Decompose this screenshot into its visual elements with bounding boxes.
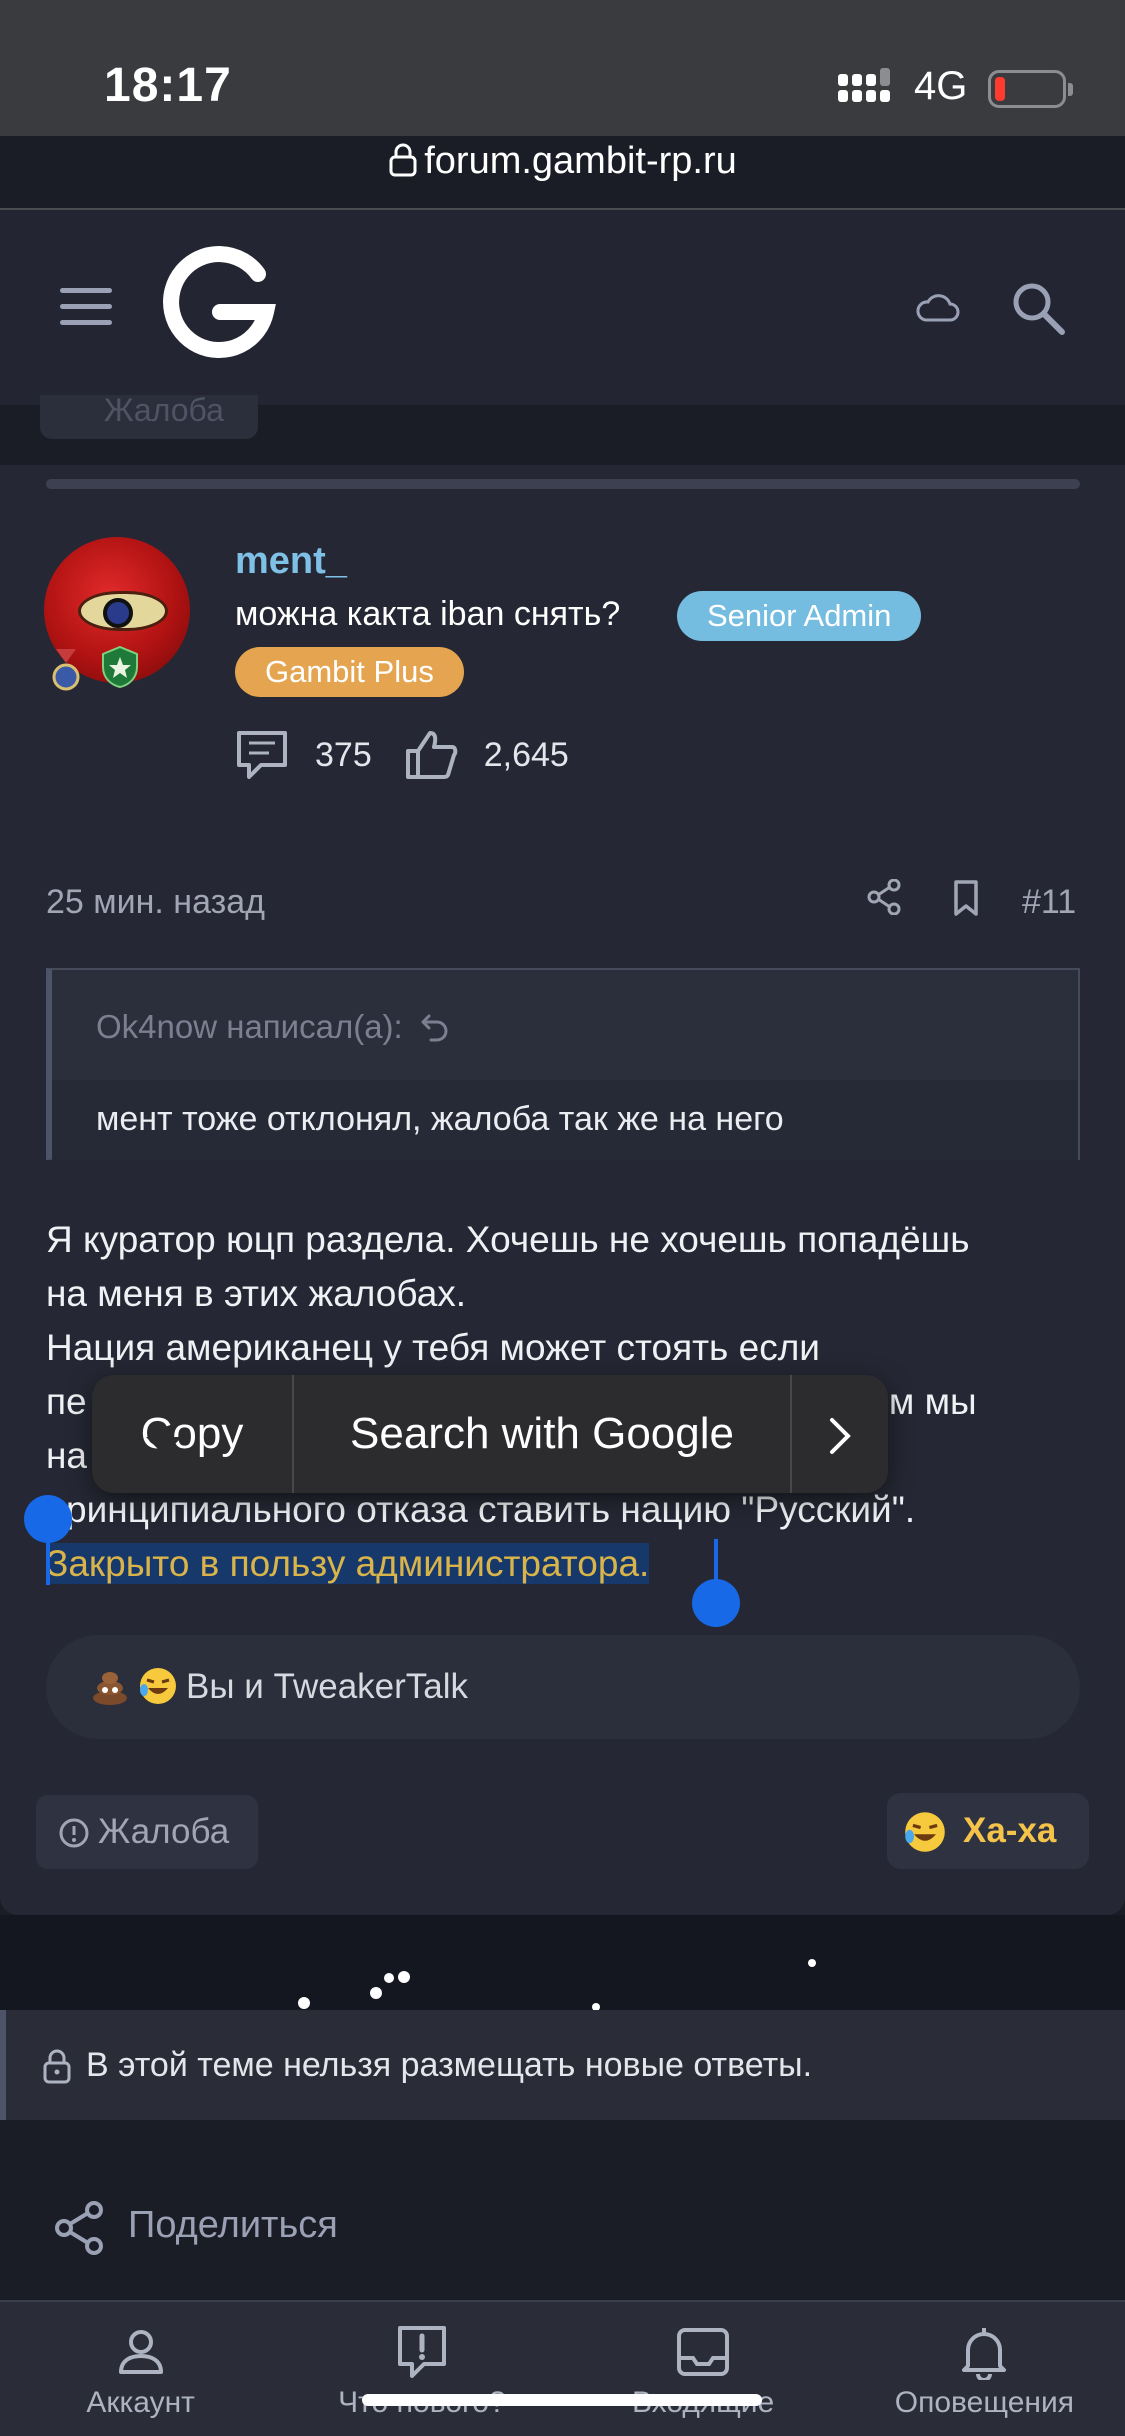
shield-icon <box>102 645 138 689</box>
quote-author-row[interactable]: Ok4now написал(а): <box>52 970 1078 1080</box>
reply-arrow-icon[interactable] <box>419 1012 451 1042</box>
report-button[interactable]: Жалоба <box>36 1795 258 1869</box>
copy-button[interactable]: Copy <box>92 1375 294 1493</box>
cloud-icon[interactable] <box>914 290 960 326</box>
signal-icon <box>838 68 890 102</box>
messages-icon <box>237 731 287 779</box>
post-line-selected[interactable]: Закрыто в пользу администратора. <box>46 1537 1086 1591</box>
nav-inbox[interactable]: Входящие <box>563 2302 844 2436</box>
post-number[interactable]: #11 <box>1022 883 1076 922</box>
star <box>370 1987 382 1999</box>
share-label: Поделиться <box>128 2204 338 2246</box>
alert-circle-icon <box>59 1818 89 1848</box>
laughing-emoji-icon <box>905 1812 945 1852</box>
star <box>398 1971 410 1983</box>
background-space <box>0 1915 1125 2011</box>
home-indicator[interactable] <box>362 2394 762 2406</box>
post-line: Я куратор юцп раздела. Хочешь не хочешь … <box>46 1219 970 1260</box>
network-type: 4G <box>914 64 968 108</box>
share-icon <box>55 2201 103 2255</box>
whats-new-icon <box>397 2326 446 2378</box>
post-line: на меня в этих жалобах. <box>46 1273 467 1314</box>
locked-notice-text: В этой теме нельзя размещать новые ответ… <box>86 2046 813 2084</box>
username-link[interactable]: ment_ <box>235 540 347 583</box>
reactions-count: 2,645 <box>483 735 569 774</box>
messages-count: 375 <box>315 735 372 774</box>
post-line: Нация американец у тебя может стоять есл… <box>46 1327 820 1368</box>
gambit-logo[interactable] <box>158 244 280 366</box>
previous-post-footer: Жалоба <box>0 395 1125 465</box>
role-badge: Senior Admin <box>677 591 922 641</box>
medal-icon <box>52 649 80 691</box>
selection-handle-start[interactable] <box>24 1495 72 1543</box>
inbox-icon <box>677 2328 730 2376</box>
haha-reaction-button[interactable]: Ха-ха <box>887 1793 1089 1869</box>
reactions-summary[interactable]: Вы и TweakerTalk <box>46 1635 1080 1739</box>
account-icon <box>118 2330 163 2374</box>
post-meta: 25 мин. назад #11 <box>46 875 1086 925</box>
reactions-text: Вы и TweakerTalk <box>186 1667 469 1706</box>
quote-author: Ok4now написал(а): <box>96 1008 403 1045</box>
post-date[interactable]: 25 мин. назад <box>46 883 265 922</box>
quote-text: мент тоже отклонял, жалоба так же на нег… <box>52 1080 1078 1160</box>
share-section: Поделиться <box>0 2120 1125 2300</box>
nav-account[interactable]: Аккаунт <box>0 2302 281 2436</box>
haha-label: Ха-ха <box>963 1811 1057 1850</box>
lock-icon <box>43 2049 71 2084</box>
share-icon[interactable] <box>866 879 902 915</box>
chevron-right-icon <box>830 1418 851 1455</box>
nav-whats-new[interactable]: Что нового? <box>281 2302 562 2436</box>
previous-report-button[interactable]: Жалоба <box>40 395 258 439</box>
nav-label: Аккаунт <box>86 2386 195 2419</box>
selected-text[interactable]: Закрыто в пользу администратора. <box>46 1543 650 1584</box>
status-time: 18:17 <box>104 59 232 112</box>
battery-icon <box>988 70 1073 108</box>
thumbs-up-icon <box>405 731 458 779</box>
selection-handle-end[interactable] <box>692 1579 740 1627</box>
star <box>298 1997 310 2009</box>
card-top-bar <box>46 479 1080 489</box>
plus-badge: Gambit Plus <box>235 647 464 697</box>
search-google-button[interactable]: Search with Google <box>294 1375 792 1493</box>
star <box>808 1959 816 1967</box>
lock-icon <box>389 143 417 177</box>
previous-report-label: Жалоба <box>104 395 224 428</box>
share-link[interactable]: Поделиться <box>54 2201 338 2255</box>
menu-pointer <box>146 1437 182 1455</box>
locked-notice: В этой теме нельзя размещать новые ответ… <box>0 2010 1125 2120</box>
more-options-button[interactable] <box>792 1375 888 1493</box>
url-text: forum.gambit-rp.ru <box>424 140 737 182</box>
report-label: Жалоба <box>98 1812 230 1851</box>
quote-block: Ok4now написал(а): мент тоже отклонял, ж… <box>46 968 1080 1160</box>
bell-icon <box>962 2328 1007 2380</box>
hamburger-icon[interactable] <box>60 288 112 328</box>
nav-label: Оповещения <box>894 2386 1074 2419</box>
laughing-emoji-icon <box>140 1668 176 1704</box>
bottom-navigation: Аккаунт Что нового? Входящие Оповещения <box>0 2300 1125 2436</box>
user-stats: 375 2,645 <box>235 727 601 783</box>
bookmark-icon[interactable] <box>950 879 982 917</box>
site-header <box>0 210 1125 405</box>
star <box>384 1973 394 1983</box>
text-context-menu: Copy Search with Google <box>92 1375 888 1493</box>
status-bar: 18:17 4G forum.gambit-rp.ru <box>0 0 1125 210</box>
poop-emoji-icon <box>93 1672 127 1705</box>
address-bar[interactable]: forum.gambit-rp.ru <box>0 140 1125 183</box>
post-card: ment_ можна какта iban снять? Senior Adm… <box>0 465 1125 1915</box>
user-title: можна какта iban снять? <box>235 595 621 633</box>
nav-alerts[interactable]: Оповещения <box>844 2302 1125 2436</box>
search-icon[interactable] <box>1010 280 1066 336</box>
